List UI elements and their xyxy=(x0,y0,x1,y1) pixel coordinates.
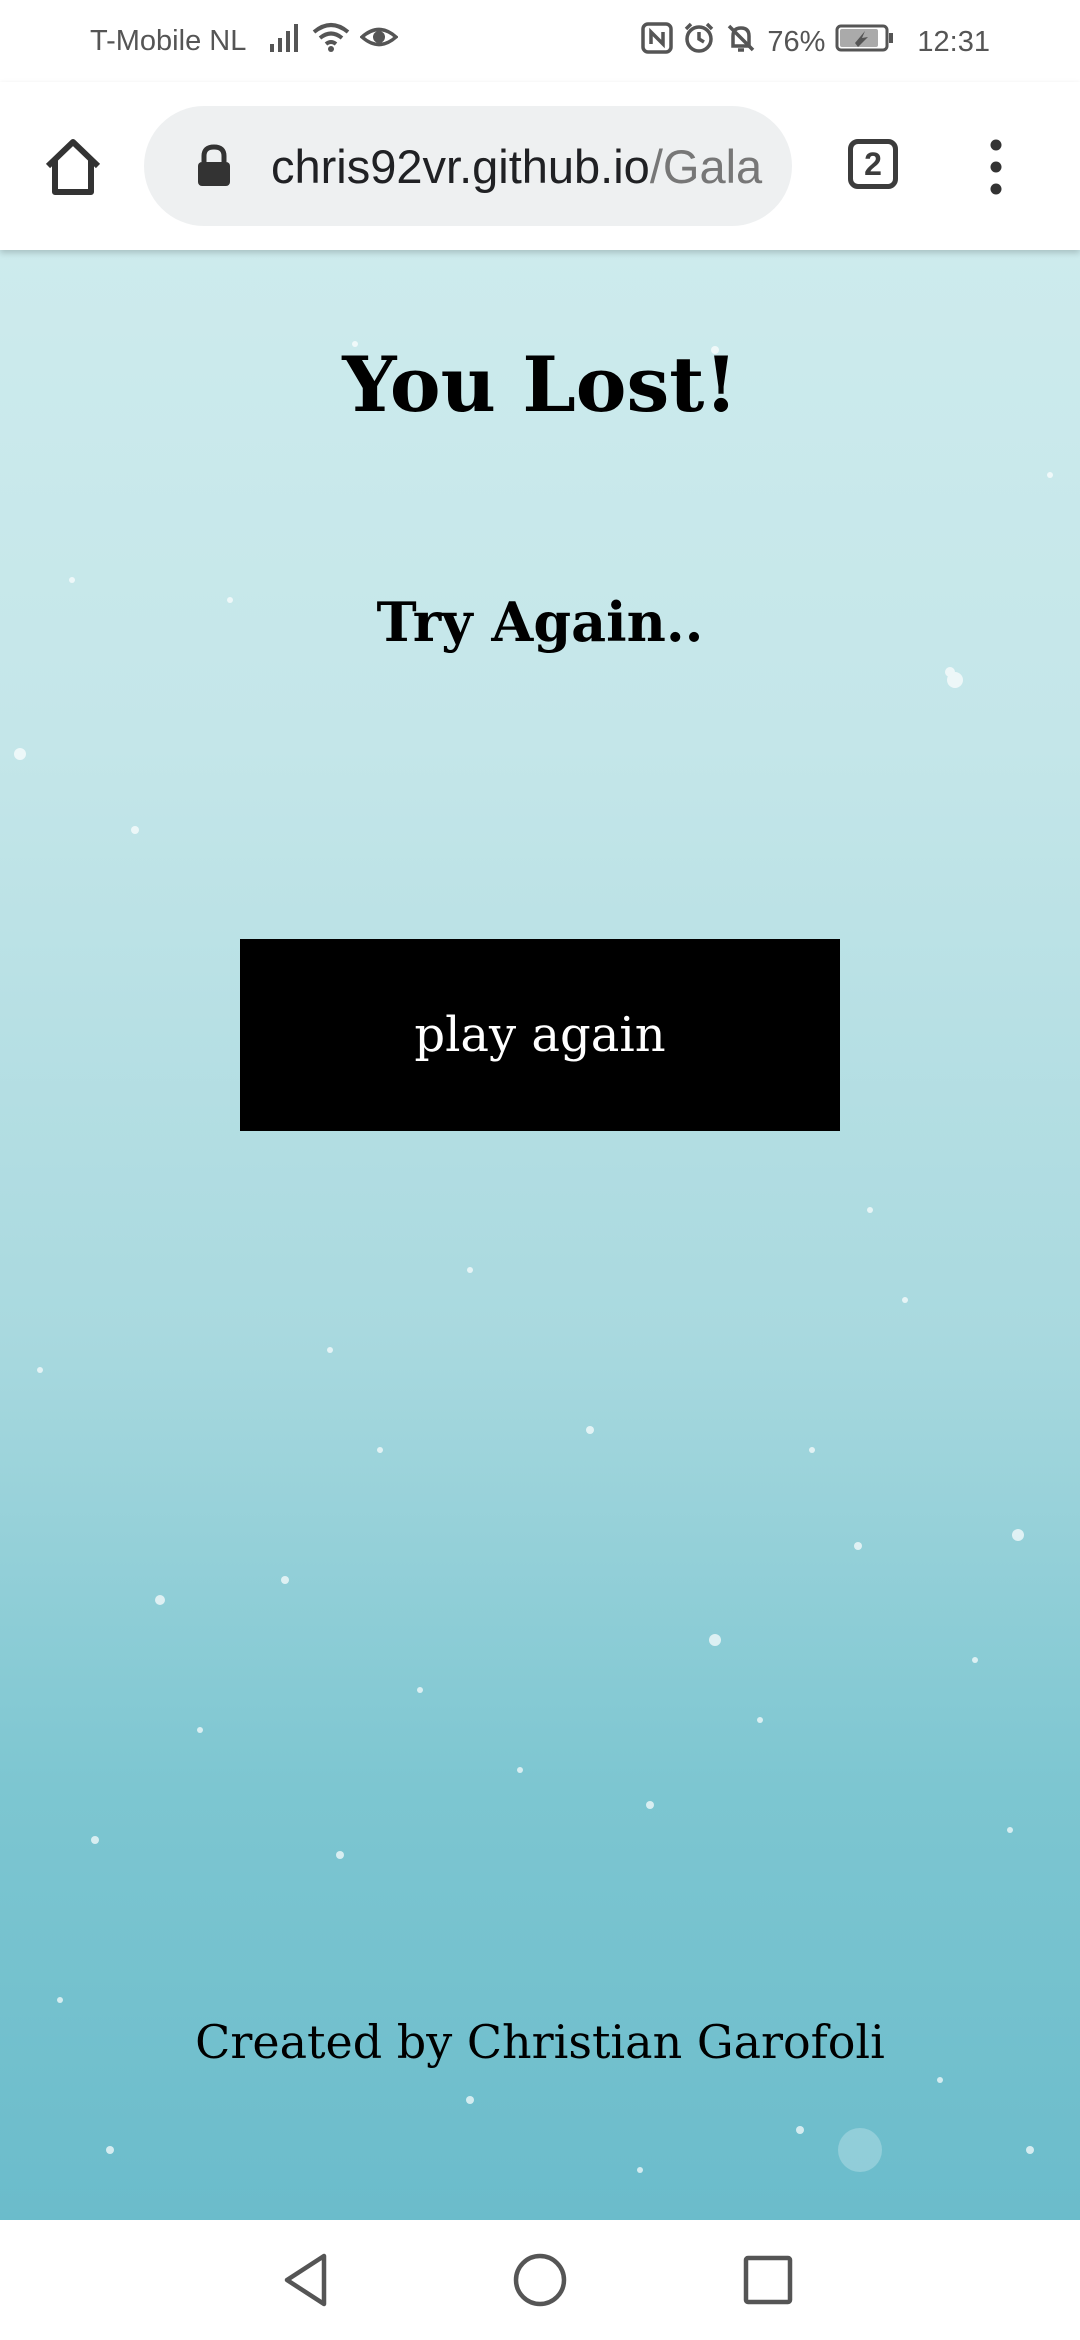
carrier-name: T-Mobile NL xyxy=(90,24,247,57)
recents-icon[interactable] xyxy=(738,2250,798,2310)
url-text[interactable]: chris92vr.github.io/Gala xyxy=(271,139,771,194)
play-again-button[interactable]: play again xyxy=(240,939,840,1131)
page-subtitle: Try Again.. xyxy=(376,590,704,654)
status-bar-right: 76% 12:31 xyxy=(641,22,990,62)
credit-text: Created by Christian Garofoli xyxy=(195,2015,885,2069)
page-title: You Lost! xyxy=(342,340,738,429)
signal-icon xyxy=(268,22,302,60)
battery-icon xyxy=(835,23,895,61)
game-over-page: You Lost! Try Again.. play again Created… xyxy=(0,250,1080,2220)
mute-icon xyxy=(725,22,757,62)
eye-icon xyxy=(359,22,399,60)
url-path: /Gala xyxy=(649,140,763,193)
address-bar[interactable]: chris92vr.github.io/Gala xyxy=(144,106,792,226)
status-bar-left: T-Mobile NL xyxy=(90,22,408,60)
home-circle-icon[interactable] xyxy=(510,2250,570,2310)
battery-percent: 76% xyxy=(767,25,826,58)
status-bar: T-Mobile NL 76% 12:31 xyxy=(0,0,1080,82)
nfc-icon xyxy=(641,22,674,62)
back-icon[interactable] xyxy=(279,2250,339,2310)
menu-icon[interactable] xyxy=(978,137,1014,197)
snow-texture xyxy=(14,341,1053,2173)
url-host: chris92vr.github.io xyxy=(271,140,650,193)
lock-icon[interactable] xyxy=(196,144,232,188)
wifi-icon xyxy=(312,22,350,60)
tab-switcher-button[interactable]: 2 xyxy=(848,139,898,189)
alarm-icon xyxy=(683,22,715,62)
browser-toolbar: chris92vr.github.io/Gala 2 xyxy=(0,82,1080,250)
clock-time: 12:31 xyxy=(917,25,990,58)
navigation-bar xyxy=(0,2220,1080,2340)
home-icon[interactable] xyxy=(38,132,108,202)
